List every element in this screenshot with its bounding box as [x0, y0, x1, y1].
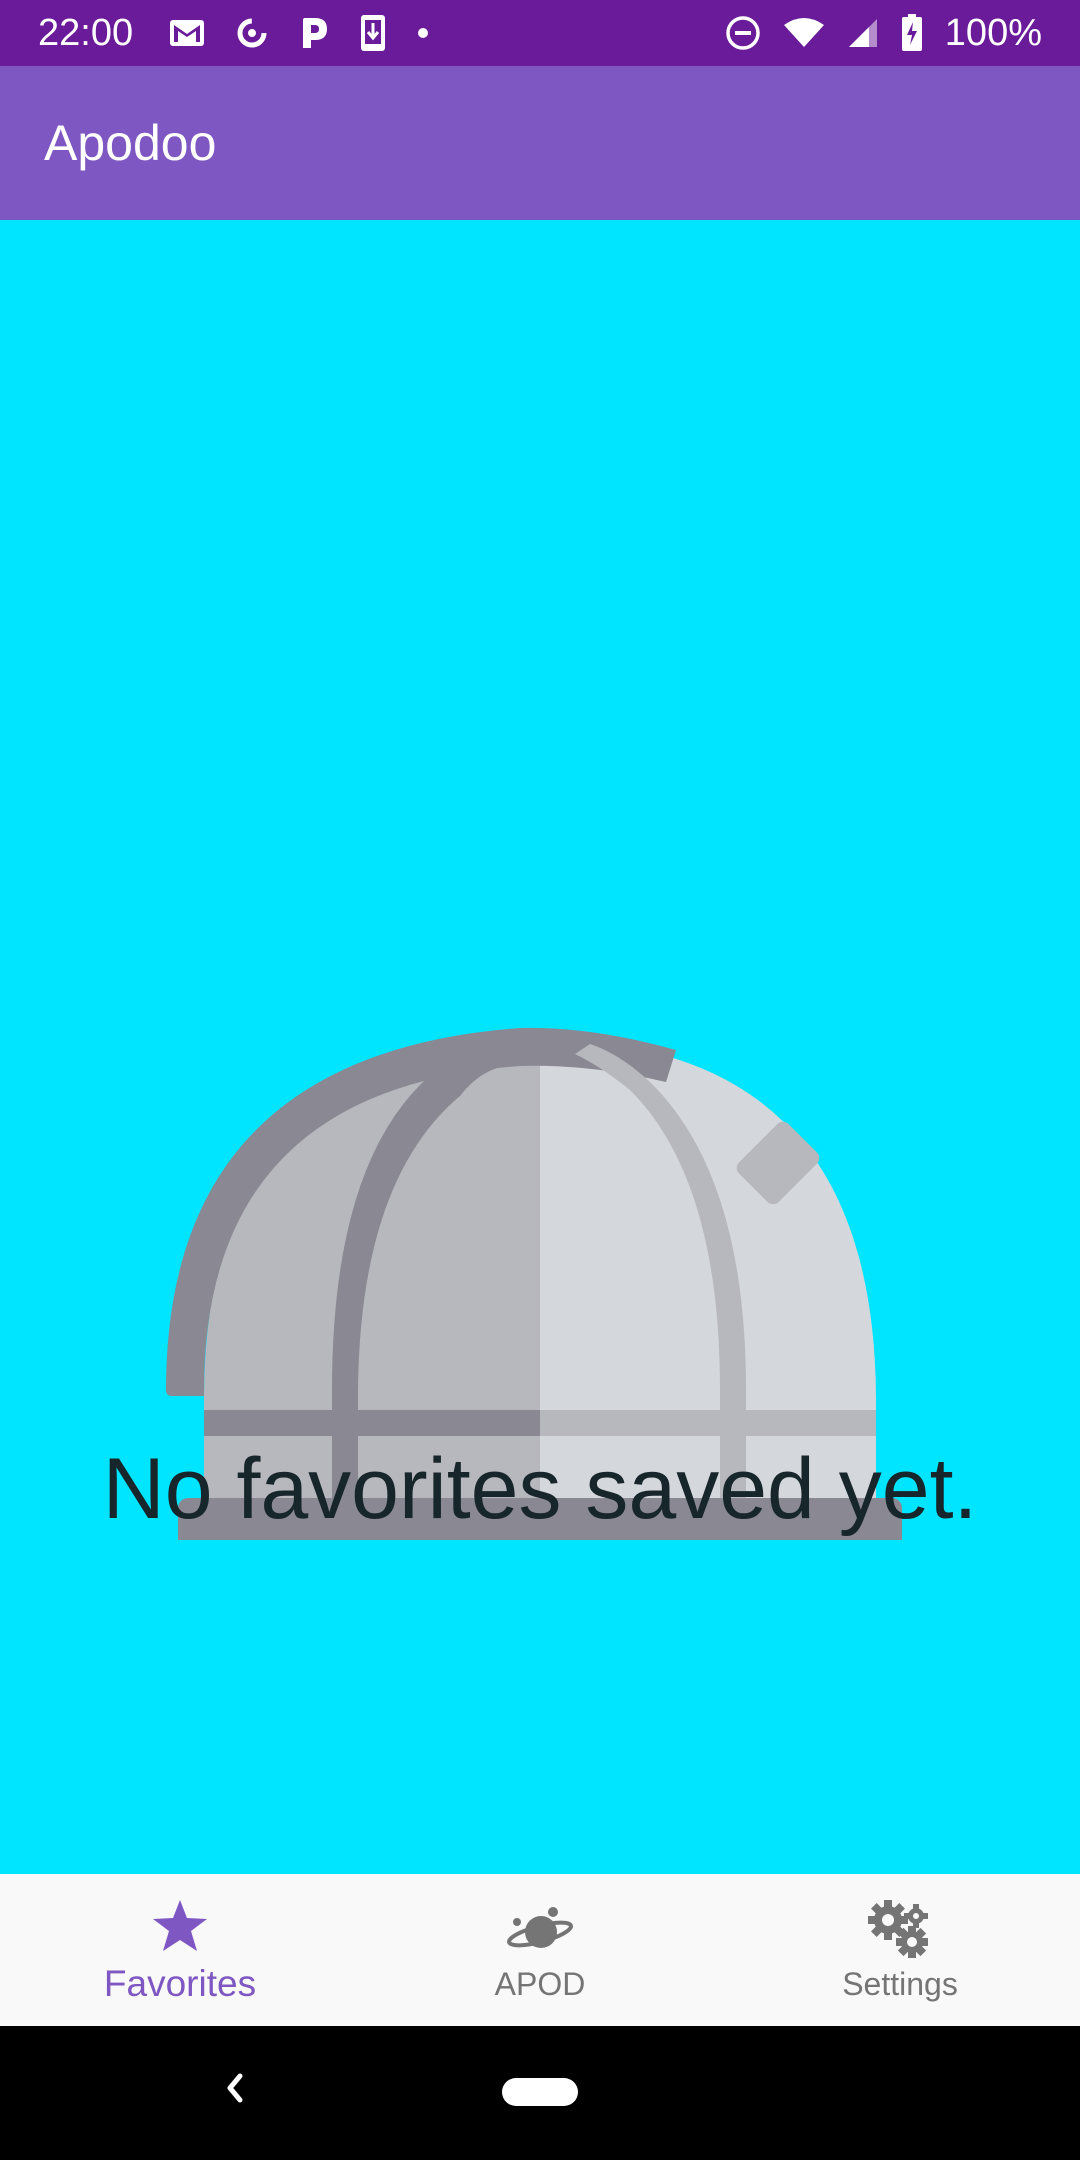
- battery-charging-icon: [901, 14, 923, 52]
- download-icon: [359, 13, 387, 53]
- nav-item-apod[interactable]: APOD: [360, 1874, 720, 2026]
- battery-percent: 100%: [944, 11, 1042, 54]
- status-time: 22:00: [38, 11, 134, 54]
- back-icon[interactable]: [220, 2068, 248, 2113]
- notification-icons: [169, 13, 429, 53]
- home-button[interactable]: [502, 2078, 578, 2106]
- nav-item-favorites[interactable]: Favorites: [0, 1874, 360, 2026]
- status-bar: 22:00 100%: [0, 0, 1080, 66]
- empty-message: No favorites saved yet.: [102, 1441, 978, 1537]
- favorites-empty-state: No favorites saved yet.: [0, 220, 1080, 1874]
- wifi-icon: [783, 17, 825, 49]
- observatory-icon: [166, 1027, 902, 1540]
- dnd-icon: [725, 15, 761, 51]
- sync-icon: [235, 16, 269, 50]
- signal-icon: [847, 17, 879, 49]
- nav-label-settings: Settings: [842, 1965, 958, 2002]
- gmail-icon: [169, 19, 205, 47]
- bottom-navigation: Favorites APOD Settings: [0, 1874, 1080, 2026]
- app-bar: Apodoo: [0, 66, 1080, 220]
- nav-label-favorites: Favorites: [103, 1963, 257, 2004]
- nav-item-settings[interactable]: Settings: [720, 1874, 1080, 2026]
- dot-icon: [417, 27, 429, 39]
- nav-label-apod: APOD: [494, 1965, 586, 2002]
- page-title: Apodoo: [44, 115, 217, 171]
- gears-icon: [866, 1898, 934, 1960]
- planet-icon: [505, 1898, 575, 1960]
- p-app-icon: [299, 16, 329, 50]
- star-icon: [151, 1895, 209, 1957]
- system-navigation-bar: [0, 2026, 1080, 2160]
